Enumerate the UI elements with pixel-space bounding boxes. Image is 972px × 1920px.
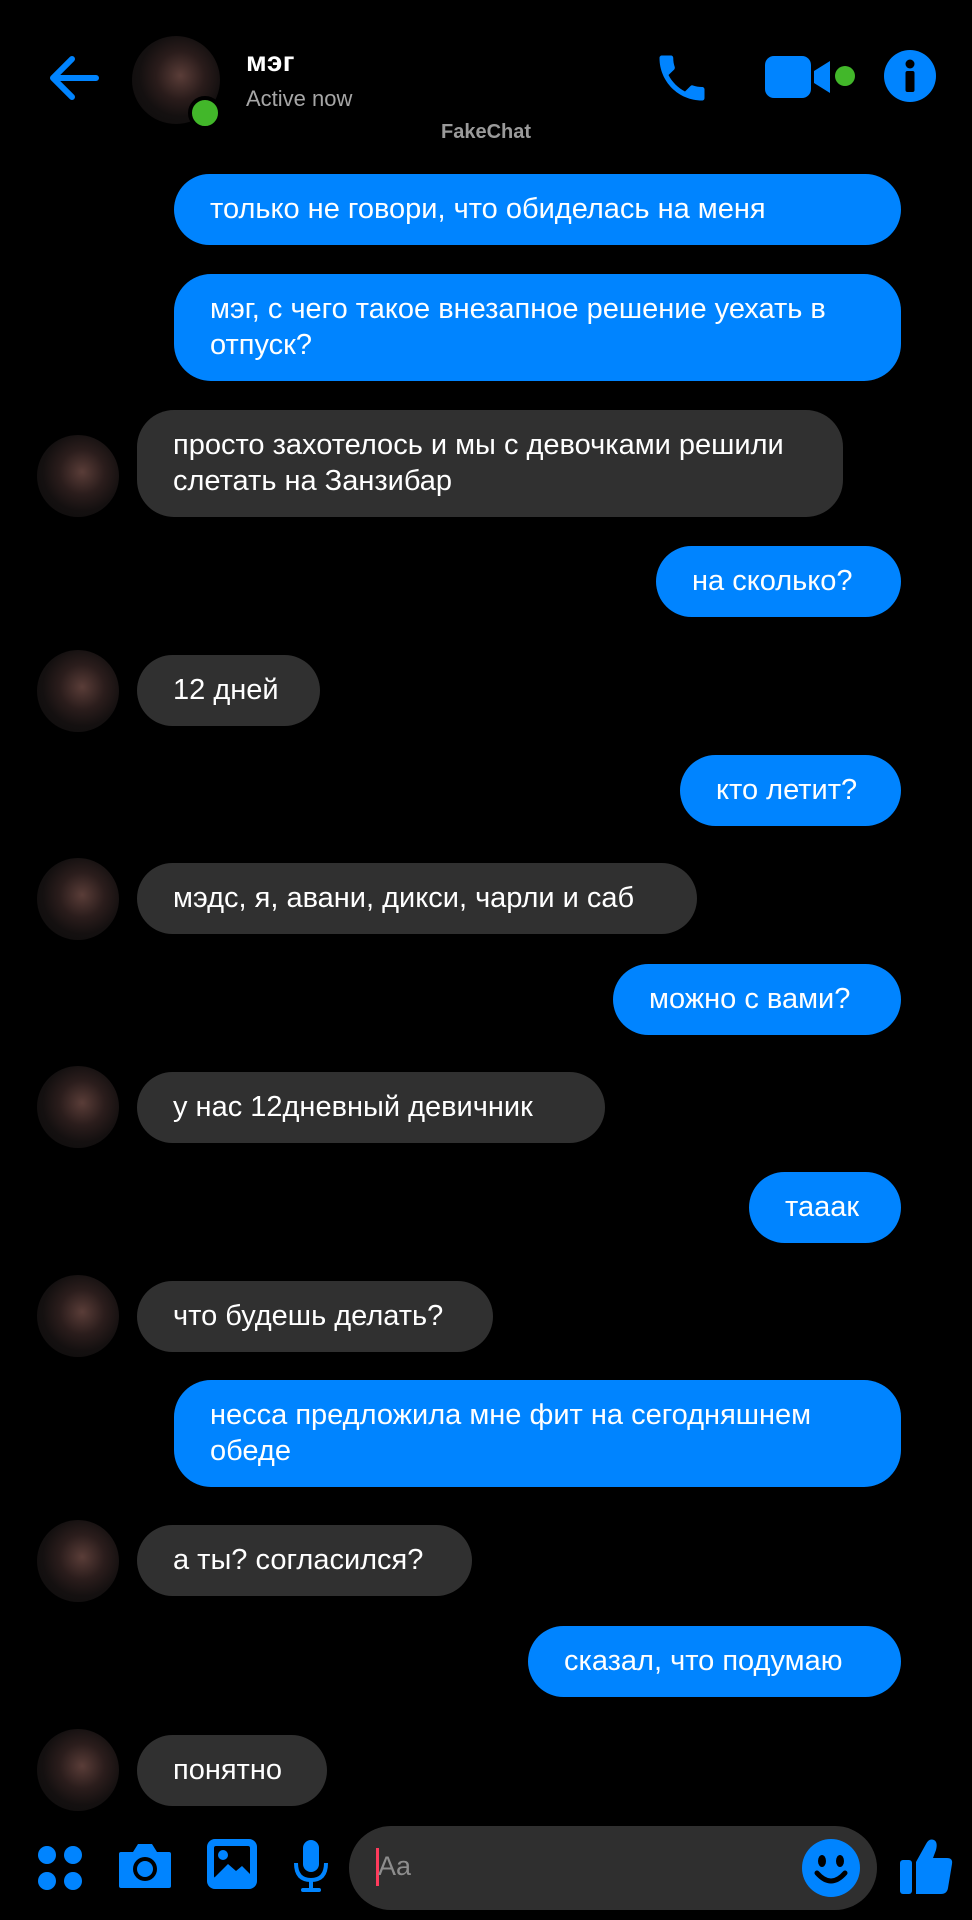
avatar[interactable] [37,435,119,517]
sent-message[interactable]: можно с вами? [613,964,901,1035]
avatar[interactable] [37,1729,119,1811]
sent-message[interactable]: на сколько? [656,546,901,617]
camera-icon[interactable] [117,1840,173,1890]
contact-name[interactable]: мэг [246,46,295,78]
sent-message[interactable]: мэг, с чего такое внезапное решение уеха… [174,274,901,381]
thumbs-up-icon[interactable] [898,1836,954,1896]
info-icon[interactable] [884,50,936,102]
arrow-left-icon[interactable] [44,50,104,106]
message-input[interactable] [349,1826,877,1910]
active-status: Active now [246,86,353,111]
phone-icon[interactable] [652,48,712,108]
avatar[interactable] [37,1066,119,1148]
message-input-placeholder: Aa [378,1851,412,1881]
emoji-icon[interactable] [802,1839,860,1897]
sent-message[interactable]: только не говори, что обиделась на меня [174,174,901,245]
sent-message[interactable]: несса предложила мне фит на сегодняшнем … [174,1380,901,1487]
microphone-icon[interactable] [292,1838,330,1894]
received-message[interactable]: 12 дней [137,655,320,726]
sent-message[interactable]: сказал, что подумаю [528,1626,901,1697]
avatar[interactable] [37,1520,119,1602]
video-camera-icon[interactable] [764,54,860,100]
received-message[interactable]: а ты? согласился? [137,1525,472,1596]
avatar[interactable] [37,1275,119,1357]
received-message[interactable]: просто захотелось и мы с девочками решил… [137,410,843,517]
sent-message[interactable]: кто летит? [680,755,901,826]
received-message[interactable]: у нас 12дневный девичник [137,1072,605,1143]
received-message[interactable]: что будешь делать? [137,1281,493,1352]
received-message[interactable]: понятно [137,1735,327,1806]
avatar[interactable] [37,858,119,940]
watermark: FakeChat [440,121,532,143]
apps-grid-icon[interactable] [36,1844,84,1892]
gallery-icon[interactable] [206,1838,258,1890]
sent-message[interactable]: тааак [749,1172,901,1243]
avatar[interactable] [37,650,119,732]
received-message[interactable]: мэдс, я, авани, дикси, чарли и саб [137,863,697,934]
